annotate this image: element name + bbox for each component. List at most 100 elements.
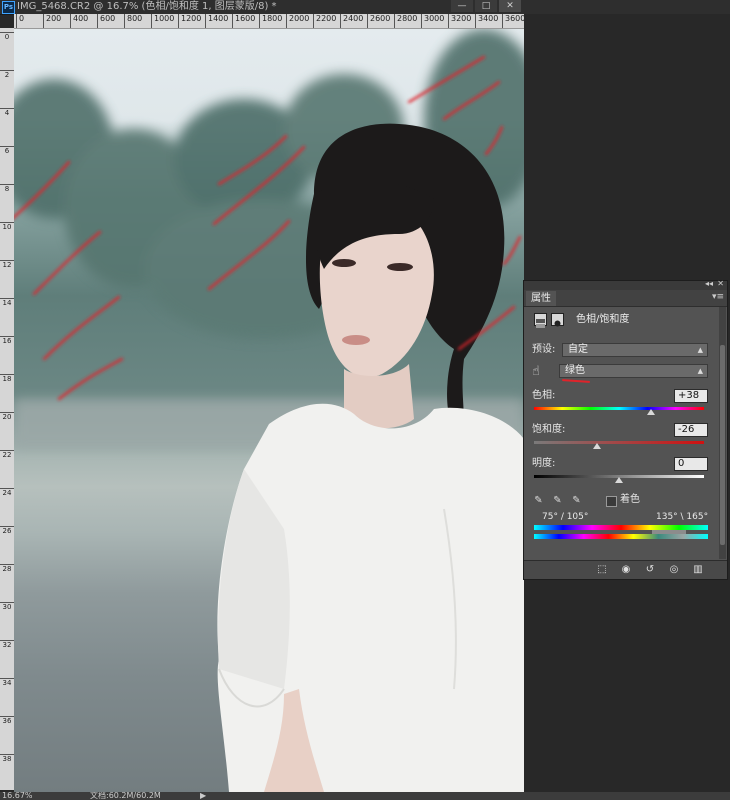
hue-saturation-icon[interactable] — [534, 313, 547, 328]
ruler-tick-label: 200 — [43, 14, 61, 28]
ruler-tick-label: 3600 — [502, 14, 524, 28]
ruler-tick-label: 2800 — [394, 14, 417, 28]
document-size-info[interactable]: 文档:60.2M/60.2M — [90, 792, 161, 800]
top-ruler[interactable]: 0 200 400 600 800 1000 1200 1400 1600 1800 2000 220… — [14, 14, 524, 29]
saturation-slider-thumb[interactable] — [592, 443, 601, 449]
ruler-tick-label: 38 — [0, 754, 14, 763]
ruler-tick-label: 12 — [0, 260, 14, 269]
status-bar: 16.67% 文档:60.2M/60.2M ▶ — [0, 792, 730, 800]
ruler-tick-label: 26 — [0, 526, 14, 535]
zoom-level[interactable]: 16.67% — [2, 792, 33, 800]
preset-label: 预设: — [532, 344, 556, 355]
saturation-label: 饱和度: — [532, 424, 566, 435]
panel-scrollbar-thumb[interactable] — [720, 345, 725, 545]
ruler-tick-label: 1800 — [259, 14, 282, 28]
ruler-tick-label: 14 — [0, 298, 14, 307]
eyedropper-plus-icon[interactable]: ✎ — [551, 494, 564, 507]
ruler-tick-label: 0 — [16, 14, 24, 28]
ruler-tick-label: 34 — [0, 678, 14, 687]
close-button[interactable]: ✕ — [499, 0, 521, 12]
close-panel-button[interactable]: ✕ — [717, 279, 724, 288]
ruler-tick-label: 22 — [0, 450, 14, 459]
hue-value-field[interactable]: +38 — [674, 389, 708, 403]
channel-value: 绿色 — [565, 365, 585, 376]
view-previous-icon[interactable]: ◉ — [618, 563, 634, 576]
ruler-tick-label: 1000 — [151, 14, 174, 28]
ruler-tick-label: 1200 — [178, 14, 201, 28]
ruler-tick-label: 3200 — [448, 14, 471, 28]
colorize-checkbox[interactable] — [606, 496, 617, 507]
ruler-tick-label: 800 — [124, 14, 142, 28]
visibility-eye-icon[interactable]: ◎ — [666, 563, 682, 576]
lightness-label: 明度: — [532, 458, 556, 469]
panel-footer: ⬚ ◉ ↺ ◎ ▥ — [524, 560, 727, 579]
panel-header-strip: ◂◂ ✕ — [524, 279, 727, 290]
left-ruler[interactable]: 0 2 4 6 8 10 12 14 16 18 20 22 24 26 28 30 32 34 36 38 — [0, 28, 15, 790]
ruler-tick-label: 2200 — [313, 14, 336, 28]
ruler-tick-label: 1400 — [205, 14, 228, 28]
panel-tabbar: 属性 ▾≡ — [524, 290, 727, 307]
ruler-tick-label: 2000 — [286, 14, 309, 28]
chevron-updown-icon: ▲ — [697, 346, 703, 354]
image-canvas[interactable] — [14, 29, 524, 792]
hand-target-icon[interactable]: ☝ — [532, 364, 548, 380]
adjustment-title: 色相/饱和度 — [576, 314, 630, 325]
red-annotation-underline — [561, 379, 591, 383]
saturation-value-field[interactable]: -26 — [674, 423, 708, 437]
ruler-tick-label: 3000 — [421, 14, 444, 28]
hue-slider-track[interactable] — [534, 407, 704, 410]
ruler-tick-label: 4 — [0, 108, 14, 117]
properties-body: 色相/饱和度 预设: 自定 ▲ ☝ 绿色 ▲ 色相: +38 饱和度: -26 … — [524, 306, 717, 561]
ruler-tick-label: 0 — [0, 32, 14, 41]
ruler-tick-label: 20 — [0, 412, 14, 421]
document-tab-title[interactable]: IMG_5468.CR2 @ 16.7% (色相/饱和度 1, 图层蒙版/8) … — [17, 0, 277, 14]
ruler-tick-label: 10 — [0, 222, 14, 231]
tab-properties[interactable]: 属性 — [526, 291, 556, 306]
preset-dropdown[interactable]: 自定 ▲ — [562, 343, 708, 357]
saturation-slider-track[interactable] — [534, 441, 704, 444]
photo-illustration — [14, 29, 524, 792]
ruler-tick-label: 32 — [0, 640, 14, 649]
ruler-tick-label: 400 — [70, 14, 88, 28]
preset-value: 自定 — [568, 344, 588, 355]
mask-icon[interactable] — [551, 313, 564, 327]
chevron-updown-icon: ▲ — [697, 367, 703, 375]
ruler-tick-label: 8 — [0, 184, 14, 193]
trash-icon[interactable]: ▥ — [690, 563, 706, 576]
collapse-panel-button[interactable]: ◂◂ — [705, 279, 713, 288]
properties-panel: ◂◂ ✕ 属性 ▾≡ 色相/饱和度 预设: 自定 ▲ ☝ 绿色 ▲ 色相: +3… — [523, 279, 728, 580]
eyedropper-minus-icon[interactable]: ✎ — [570, 494, 583, 507]
minimize-button[interactable]: — — [451, 0, 473, 12]
photoshop-logo-icon: Ps — [2, 1, 15, 14]
panel-menu-icon[interactable]: ▾≡ — [712, 292, 724, 302]
ruler-tick-label: 2400 — [340, 14, 363, 28]
eyedropper-icon[interactable]: ✎ — [532, 494, 545, 507]
ruler-tick-label: 36 — [0, 716, 14, 725]
ruler-tick-label: 6 — [0, 146, 14, 155]
ruler-tick-label: 24 — [0, 488, 14, 497]
reset-icon[interactable]: ↺ — [642, 563, 658, 576]
restore-button[interactable]: □ — [475, 0, 497, 12]
status-menu-arrow-icon[interactable]: ▶ — [200, 792, 206, 800]
ruler-tick-label: 28 — [0, 564, 14, 573]
lightness-slider-thumb[interactable] — [615, 477, 623, 483]
panel-scrollbar[interactable] — [719, 307, 726, 559]
output-color-bar — [534, 534, 708, 539]
eyedropper-group: ✎ ✎ ✎ — [532, 494, 632, 508]
lightness-value-field[interactable]: 0 — [674, 457, 708, 471]
channel-dropdown[interactable]: 绿色 ▲ — [559, 364, 708, 378]
clip-to-layer-icon[interactable]: ⬚ — [594, 563, 610, 576]
ruler-tick-label: 16 — [0, 336, 14, 345]
ruler-tick-label: 600 — [97, 14, 115, 28]
range-left-degrees: 75° / 105° — [542, 512, 589, 522]
ruler-tick-label: 30 — [0, 602, 14, 611]
ruler-tick-label: 1600 — [232, 14, 255, 28]
hue-label: 色相: — [532, 390, 556, 401]
range-right-degrees: 135° \ 165° — [656, 512, 709, 522]
hue-slider-thumb[interactable] — [647, 409, 656, 415]
ruler-tick-label: 2600 — [367, 14, 390, 28]
colorize-label: 着色 — [620, 494, 640, 505]
ruler-tick-label: 2 — [0, 70, 14, 79]
ruler-tick-label: 3400 — [475, 14, 498, 28]
ruler-tick-label: 18 — [0, 374, 14, 383]
